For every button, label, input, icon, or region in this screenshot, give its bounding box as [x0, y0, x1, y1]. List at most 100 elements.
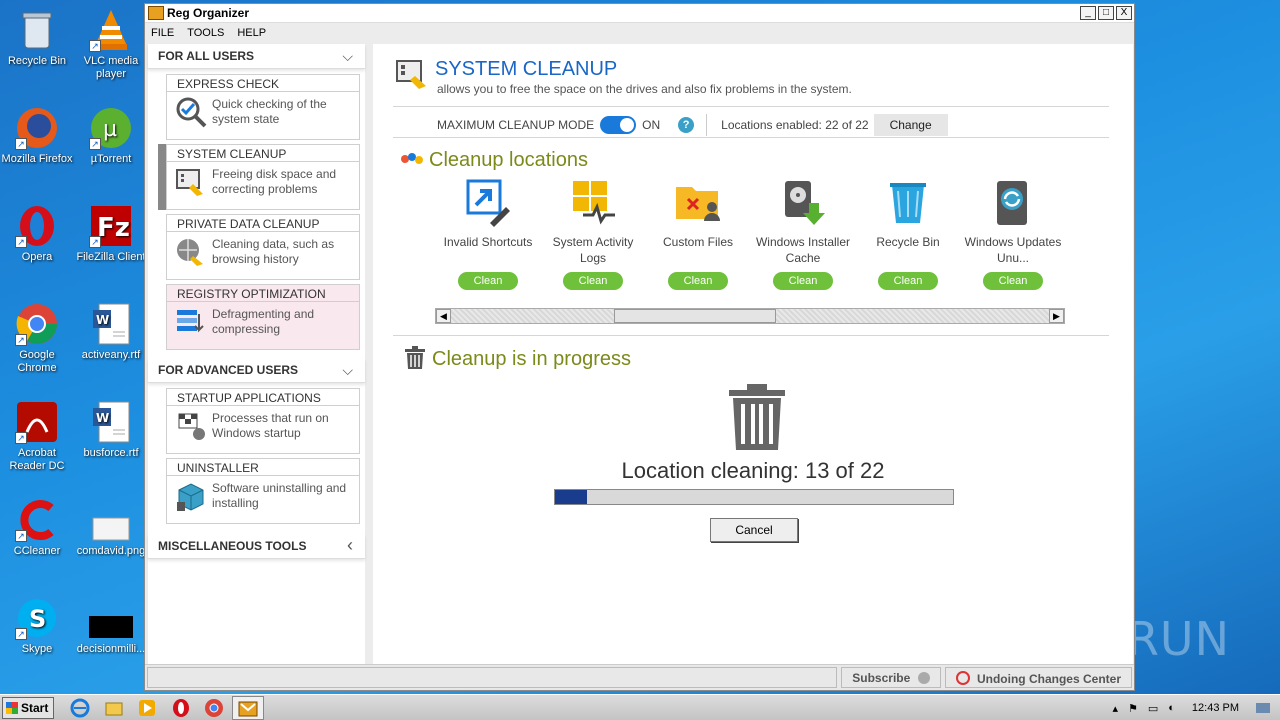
clean-button[interactable]: Clean: [668, 272, 728, 290]
desktop-icon-vlc[interactable]: ↗ VLC media player: [74, 8, 148, 81]
undoing-changes-center-button[interactable]: Undoing Changes Center: [944, 667, 1132, 688]
sidebar-item-title: SYSTEM CLEANUP: [167, 145, 359, 162]
section-header-all-users[interactable]: FOR ALL USERS ⌵: [148, 44, 365, 69]
max-cleanup-toggle[interactable]: [600, 116, 637, 134]
locations-scrollbar[interactable]: ◀ ▶: [435, 308, 1065, 324]
chevron-down-icon: ⌵: [342, 362, 353, 378]
skype-icon: S ↗: [15, 596, 59, 640]
shortcut-arrow-icon: ↗: [15, 530, 27, 542]
vlc-icon: ↗: [89, 8, 133, 52]
cleanup-mode-row: MAXIMUM CLEANUP MODE ON ? Locations enab…: [437, 114, 948, 136]
sidebar-item-system-cleanup[interactable]: SYSTEM CLEANUP Freeing disk space and co…: [158, 144, 360, 210]
sidebar-item-desc: Processes that run on Windows startup: [212, 411, 329, 440]
desktop-icon-decisionmilli[interactable]: decisionmilli...: [74, 596, 148, 656]
divider: [393, 335, 1109, 336]
section-header-misc-tools[interactable]: MISCELLANEOUS TOOLS ‹: [148, 534, 365, 559]
clean-button[interactable]: Clean: [773, 272, 833, 290]
sidebar-item-desc: Quick checking of the system state: [212, 97, 327, 126]
section-header-advanced-users[interactable]: FOR ADVANCED USERS ⌵: [148, 358, 365, 383]
firefox-icon: ↗: [15, 106, 59, 150]
location-name: Windows Updates Unu...: [964, 235, 1062, 265]
desktop-icon-label: Google Chrome: [17, 349, 57, 374]
desktop-icon-filezilla[interactable]: Fz ↗ FileZilla Client: [74, 204, 148, 264]
change-button[interactable]: Change: [873, 114, 948, 136]
ie-icon[interactable]: [70, 698, 90, 718]
reg-organizer-taskbar-button[interactable]: [232, 696, 264, 720]
network-flag-icon[interactable]: ⚑: [1128, 702, 1138, 715]
clean-button[interactable]: Clean: [983, 272, 1043, 290]
minimize-button[interactable]: _: [1080, 6, 1096, 20]
show-desktop-icon[interactable]: [1256, 703, 1270, 713]
sidebar-item-private-data-cleanup[interactable]: PRIVATE DATA CLEANUP Cleaning data, such…: [166, 214, 360, 280]
sidebar-item-title: UNINSTALLER: [167, 459, 359, 476]
invalid-shortcut-icon: [466, 179, 510, 227]
sidebar-item-desc: Freeing disk space and correcting proble…: [212, 167, 337, 196]
shortcut-arrow-icon: ↗: [15, 432, 27, 444]
acrobat-icon: ↗: [15, 400, 59, 444]
desktop-icon-activeany[interactable]: W activeany.rtf: [74, 302, 148, 362]
desktop-icon-opera[interactable]: ↗ Opera: [0, 204, 74, 264]
menu-tools[interactable]: TOOLS: [187, 27, 224, 39]
opera-icon: ↗: [15, 204, 59, 248]
sidebar-item-express-check[interactable]: EXPRESS CHECK Quick checking of the syst…: [166, 74, 360, 140]
status-bar: Subscribe Undoing Changes Center: [145, 664, 1134, 690]
sidebar-item-registry-optimization[interactable]: REGISTRY OPTIMIZATION Defragmenting and …: [166, 284, 360, 350]
reg-organizer-window: Reg Organizer _ □ X FILE TOOLS HELP FOR …: [144, 3, 1135, 691]
menu-help[interactable]: HELP: [237, 27, 266, 39]
menu-file[interactable]: FILE: [151, 27, 174, 39]
desktop-icon-label: activeany.rtf: [81, 349, 141, 361]
clock[interactable]: 12:43 PM: [1192, 702, 1239, 714]
desktop-icon-label: Opera: [21, 251, 53, 263]
desktop-icon-utorrent[interactable]: µ ↗ µTorrent: [74, 106, 148, 166]
cancel-button[interactable]: Cancel: [710, 518, 798, 542]
reg-organizer-icon: [238, 701, 258, 717]
taskbar: Start ▴ ⚑ ▭ ◐ 12:43 PM: [0, 694, 1280, 720]
monitor-icon[interactable]: ▭: [1148, 702, 1158, 715]
desktop-icon-acrobat[interactable]: ↗ Acrobat Reader DC: [0, 400, 74, 473]
cleanup-broom-icon: [176, 169, 203, 196]
start-button[interactable]: Start: [2, 697, 54, 719]
tray-expand-icon[interactable]: ▴: [1112, 702, 1118, 715]
scrollbar-thumb[interactable]: [614, 309, 776, 323]
desktop-icon-busforce[interactable]: W busforce.rtf: [74, 400, 148, 460]
location-name: System Activity Logs: [552, 235, 634, 265]
sidebar-item-uninstaller[interactable]: UNINSTALLER Software uninstalling and in…: [166, 458, 360, 524]
word-document-icon: W: [89, 302, 133, 346]
svg-text:W: W: [96, 313, 109, 327]
section-header-label: FOR ALL USERS: [158, 49, 255, 63]
clean-button[interactable]: Clean: [878, 272, 938, 290]
desktop-icon-comdavid[interactable]: comdavid.png: [74, 498, 148, 558]
explorer-icon[interactable]: [104, 698, 124, 718]
location-recycle-bin: Recycle Bin Clean: [855, 179, 961, 290]
undo-icon: [955, 671, 970, 685]
clean-button[interactable]: Clean: [458, 272, 518, 290]
help-icon[interactable]: ?: [678, 117, 695, 133]
registry-defrag-icon: [177, 310, 204, 333]
clean-button[interactable]: Clean: [563, 272, 623, 290]
location-name: Windows Installer Cache: [755, 235, 851, 265]
system-tray: ▴ ⚑ ▭ ◐ 12:43 PM: [1107, 695, 1280, 720]
svg-text:µ: µ: [103, 117, 117, 142]
menu-bar: FILE TOOLS HELP: [145, 23, 1134, 43]
media-player-icon[interactable]: [137, 698, 157, 718]
shortcut-arrow-icon: ↗: [89, 40, 101, 52]
sidebar-item-startup-applications[interactable]: STARTUP APPLICATIONS Processes that run …: [166, 388, 360, 454]
title-bar[interactable]: Reg Organizer _ □ X: [145, 4, 1134, 23]
desktop-icon-recycle-bin[interactable]: Recycle Bin: [0, 8, 74, 68]
desktop-icon-firefox[interactable]: ↗ Mozilla Firefox: [0, 106, 74, 166]
divider: [393, 106, 1109, 107]
desktop-icon-ccleaner[interactable]: ↗ CCleaner: [0, 498, 74, 558]
shortcut-arrow-icon: ↗: [15, 334, 27, 346]
recycle-bin-icon: [15, 8, 59, 52]
desktop-icon-skype[interactable]: S ↗ Skype: [0, 596, 74, 656]
chrome-icon[interactable]: [204, 698, 224, 718]
scroll-right-button[interactable]: ▶: [1049, 309, 1064, 323]
subscribe-button[interactable]: Subscribe: [841, 667, 941, 688]
opera-icon[interactable]: [171, 698, 191, 718]
volume-icon[interactable]: ◐: [1168, 702, 1175, 714]
close-button[interactable]: X: [1116, 6, 1132, 20]
maximize-button[interactable]: □: [1098, 6, 1114, 20]
filezilla-icon: Fz ↗: [89, 204, 133, 248]
scroll-left-button[interactable]: ◀: [436, 309, 451, 323]
desktop-icon-chrome[interactable]: ↗ Google Chrome: [0, 302, 74, 375]
